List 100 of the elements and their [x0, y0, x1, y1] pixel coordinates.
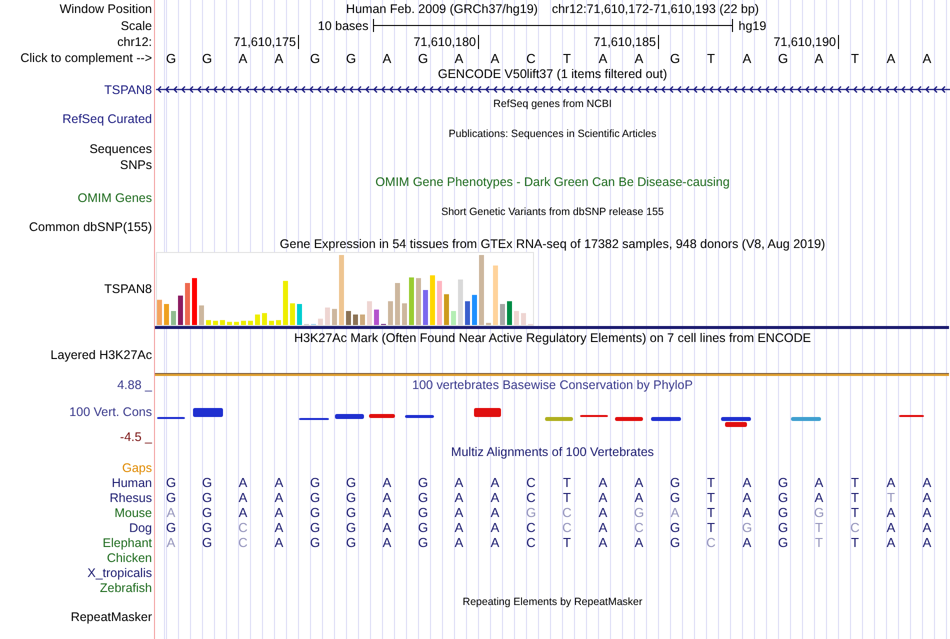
aligned-base: G	[346, 535, 356, 550]
track-title[interactable]: GENCODE V50lift37 (1 items filtered out)	[438, 67, 668, 81]
species-label[interactable]: Chicken	[106, 550, 152, 564]
aligned-base: C	[238, 535, 248, 550]
base-letter: A	[742, 50, 752, 66]
base-letter: G	[670, 50, 680, 66]
aligned-base: G	[418, 475, 428, 490]
track-label[interactable]: -4.5 _	[120, 430, 152, 444]
base-letter: G	[418, 50, 428, 66]
position-range: chr12:71,610,172-71,610,193 (22 bp)	[552, 2, 759, 16]
track-label[interactable]: RefSeq Curated	[62, 112, 152, 126]
species-label[interactable]: Dog	[129, 520, 152, 534]
aligned-base: C	[562, 505, 572, 520]
base-letter: G	[166, 50, 176, 66]
aligned-base: C	[238, 520, 248, 535]
base-letter: A	[490, 50, 500, 66]
aligned-base: G	[670, 535, 680, 550]
aligned-base: G	[418, 535, 428, 550]
aligned-base: G	[778, 505, 788, 520]
aligned-base: G	[346, 520, 356, 535]
aligned-base: G	[310, 490, 320, 505]
aligned-base: G	[778, 490, 788, 505]
track-title[interactable]: RefSeq genes from NCBI	[493, 98, 612, 110]
track-title[interactable]: H3K27Ac Mark (Often Found Near Active Regulatory Elements) on 7 cell lines from ENCODE	[294, 331, 811, 345]
row-label: Scale	[120, 18, 152, 32]
aligned-base: T	[851, 535, 859, 550]
track-label[interactable]: Common dbSNP(155)	[29, 220, 152, 234]
aligned-base: A	[454, 535, 464, 550]
track-label[interactable]: SNPs	[120, 158, 152, 172]
track-title[interactable]: Repeating Elements by RepeatMasker	[462, 596, 642, 608]
row-label: chr12:	[117, 35, 152, 49]
species-label[interactable]: Mouse	[114, 506, 152, 520]
track-label[interactable]: Sequences	[89, 142, 152, 156]
aligned-base: A	[886, 475, 896, 490]
aligned-base: A	[274, 475, 284, 490]
aligned-base: A	[274, 535, 284, 550]
base-letter: G	[202, 50, 212, 66]
aligned-base: A	[238, 475, 248, 490]
aligned-base: A	[454, 520, 464, 535]
track-label[interactable]: Layered H3K27Ac	[50, 348, 152, 362]
aligned-base: A	[490, 475, 500, 490]
aligned-base: A	[742, 535, 752, 550]
scale-label: 10 bases	[316, 18, 370, 32]
aligned-base: C	[706, 535, 716, 550]
track-title[interactable]: Publications: Sequences in Scientific Articles	[448, 128, 656, 140]
aligned-base: A	[454, 505, 464, 520]
aligned-base: G	[310, 520, 320, 535]
species-label[interactable]: X_tropicalis	[87, 566, 152, 580]
track-title[interactable]: 100 vertebrates Basewise Conservation by PhyloP	[412, 378, 693, 392]
base-letter: A	[814, 50, 824, 66]
aligned-base: T	[563, 475, 571, 490]
aligned-base: G	[202, 535, 212, 550]
aligned-base: A	[382, 505, 392, 520]
track-title[interactable]: Short Genetic Variants from dbSNP release 155	[441, 206, 664, 218]
row-label: Click to complement -->	[20, 51, 152, 65]
track-label[interactable]: OMIM Genes	[78, 190, 152, 204]
aligned-base: G	[166, 490, 176, 505]
aligned-base: A	[382, 520, 392, 535]
aligned-base: A	[814, 475, 824, 490]
aligned-base: T	[851, 505, 859, 520]
aligned-base: T	[815, 520, 823, 535]
base-letter: C	[526, 50, 536, 66]
aligned-base: T	[851, 490, 859, 505]
ruler-tick-label: 71,610,190	[739, 35, 839, 49]
aligned-base: T	[851, 475, 859, 490]
aligned-base: T	[707, 505, 715, 520]
track-label[interactable]: TSPAN8	[104, 282, 152, 296]
species-label[interactable]: Rhesus	[110, 490, 152, 504]
aligned-base: G	[202, 490, 212, 505]
assembly-title: Human Feb. 2009 (GRCh37/hg19)	[346, 2, 538, 16]
aligned-base: C	[526, 490, 536, 505]
gene-strand-line[interactable]	[156, 86, 950, 94]
ruler-tick-label: 71,610,175	[199, 35, 299, 49]
track-label[interactable]: 100 Vert. Cons	[69, 404, 152, 418]
species-label[interactable]: Human	[112, 476, 152, 490]
track-label[interactable]: RepeatMasker	[70, 610, 152, 624]
base-letter: A	[886, 50, 896, 66]
aligned-base: G	[166, 520, 176, 535]
aligned-base: A	[598, 520, 608, 535]
aligned-base: G	[346, 505, 356, 520]
track-title[interactable]: Multiz Alignments of 100 Vertebrates	[451, 445, 654, 459]
aligned-base: T	[563, 535, 571, 550]
aligned-base: G	[778, 520, 788, 535]
aligned-base: A	[454, 490, 464, 505]
track-label[interactable]: 4.88 _	[117, 378, 152, 392]
aligned-base: A	[274, 490, 284, 505]
aligned-base: C	[562, 520, 572, 535]
track-title[interactable]: OMIM Gene Phenotypes - Dark Green Can Be Disease-causing	[375, 174, 730, 188]
aligned-base: G	[202, 520, 212, 535]
species-label[interactable]: Elephant	[102, 536, 152, 550]
aligned-base: G	[742, 520, 752, 535]
aligned-base: T	[707, 490, 715, 505]
aligned-base: G	[634, 505, 644, 520]
species-label[interactable]: Zebrafish	[100, 580, 152, 594]
base-letter: T	[563, 50, 571, 66]
aligned-base: G	[418, 505, 428, 520]
aligned-base: A	[382, 475, 392, 490]
track-label[interactable]: TSPAN8	[104, 82, 152, 96]
assembly-label: hg19	[738, 18, 768, 32]
track-title[interactable]: Gene Expression in 54 tissues from GTEx RNA-seq of 17382 samples, 948 donors (V8, Aug 2019)	[280, 236, 826, 250]
